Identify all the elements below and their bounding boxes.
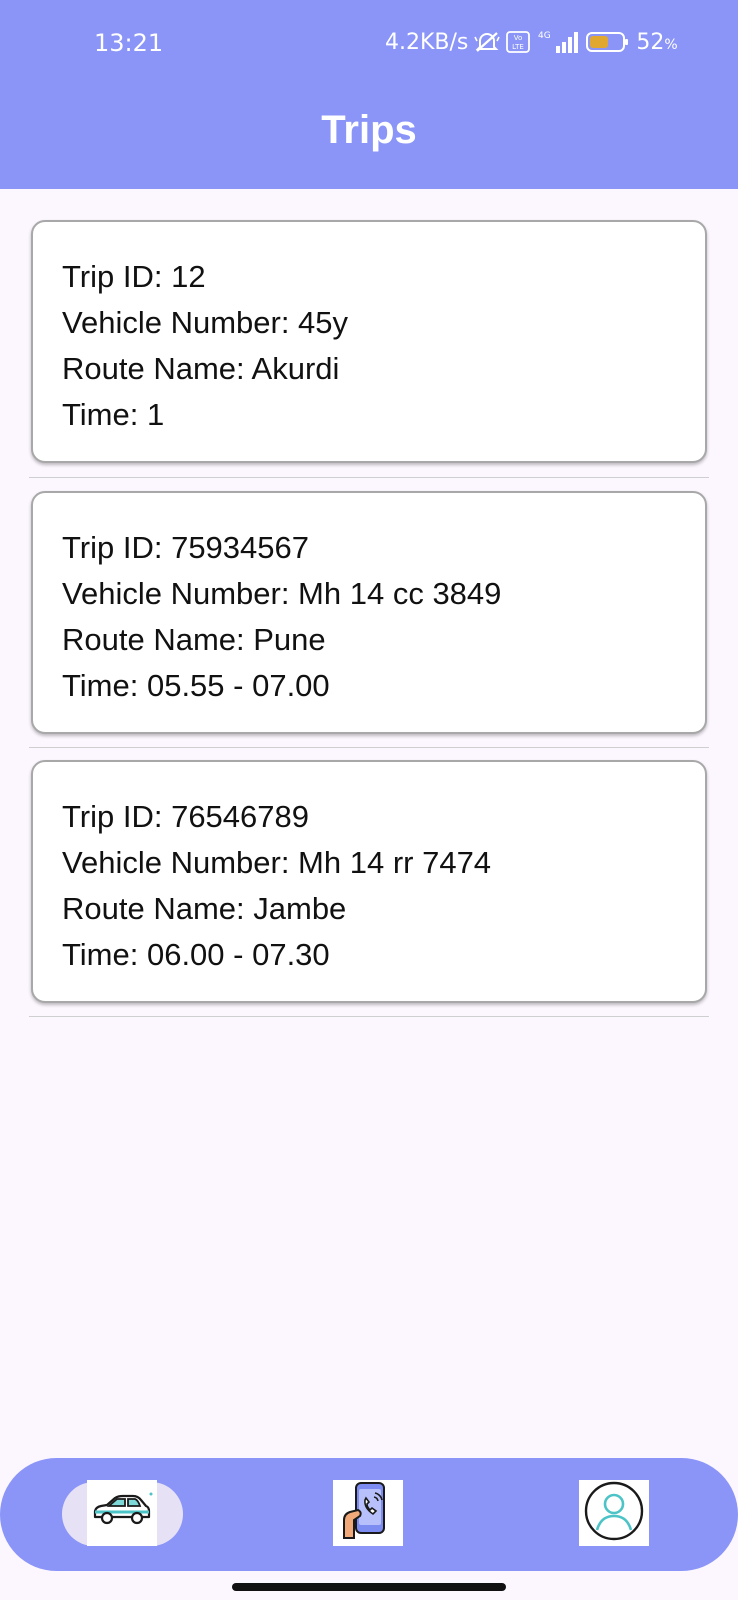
network-speed: 4.2KB/s	[385, 29, 469, 55]
route-name: Route Name: Akurdi	[62, 351, 340, 386]
battery-icon	[586, 30, 630, 54]
trip-card[interactable]: Trip ID: 12 Vehicle Number: 45y Route Na…	[31, 220, 707, 463]
status-time: 13:21	[94, 29, 164, 57]
4g-signal-icon: 4G	[536, 29, 580, 55]
car-icon	[91, 1491, 153, 1536]
nav-item-profile[interactable]	[579, 1480, 649, 1546]
volte-icon: Vo LTE	[506, 30, 531, 54]
status-right: 4.2KB/s Vo LTE 4G 52%	[385, 29, 678, 55]
mute-alarm-icon	[474, 30, 501, 54]
route-name: Route Name: Pune	[62, 622, 326, 657]
svg-text:4G: 4G	[538, 31, 551, 41]
nav-item-contact[interactable]	[333, 1480, 403, 1546]
trip-id: Trip ID: 76546789	[62, 799, 310, 834]
vehicle-number: Vehicle Number: Mh 14 rr 7474	[62, 845, 492, 880]
bottom-nav	[0, 1458, 738, 1571]
trip-id: Trip ID: 75934567	[62, 530, 310, 565]
trip-time: Time: 05.55 - 07.00	[62, 668, 330, 703]
trip-card[interactable]: Trip ID: 76546789 Vehicle Number: Mh 14 …	[31, 760, 707, 1003]
divider	[29, 477, 709, 478]
trip-card[interactable]: Trip ID: 75934567 Vehicle Number: Mh 14 …	[31, 491, 707, 734]
profile-icon	[583, 1480, 645, 1547]
trip-id: Trip ID: 12	[62, 259, 206, 294]
app-header: 13:21 4.2KB/s Vo LTE 4G 52% Trips	[0, 0, 738, 189]
route-name: Route Name: Jambe	[62, 891, 347, 926]
battery-percent-unit: %	[664, 36, 678, 53]
status-bar: 13:21 4.2KB/s Vo LTE 4G 52%	[0, 0, 738, 86]
svg-text:Vo: Vo	[514, 34, 523, 42]
nav-item-trips[interactable]	[87, 1480, 157, 1546]
phone-call-icon	[340, 1480, 396, 1547]
divider	[29, 1016, 709, 1017]
vehicle-number: Vehicle Number: Mh 14 cc 3849	[62, 576, 502, 611]
page-title: Trips	[321, 108, 417, 152]
battery-percent: 52%	[636, 30, 677, 55]
home-indicator[interactable]	[232, 1583, 506, 1591]
battery-percent-value: 52	[636, 29, 665, 55]
vehicle-number: Vehicle Number: 45y	[62, 305, 349, 340]
trip-time: Time: 1	[62, 397, 165, 432]
trip-time: Time: 06.00 - 07.30	[62, 937, 330, 972]
divider	[29, 747, 709, 748]
svg-text:LTE: LTE	[513, 43, 525, 51]
